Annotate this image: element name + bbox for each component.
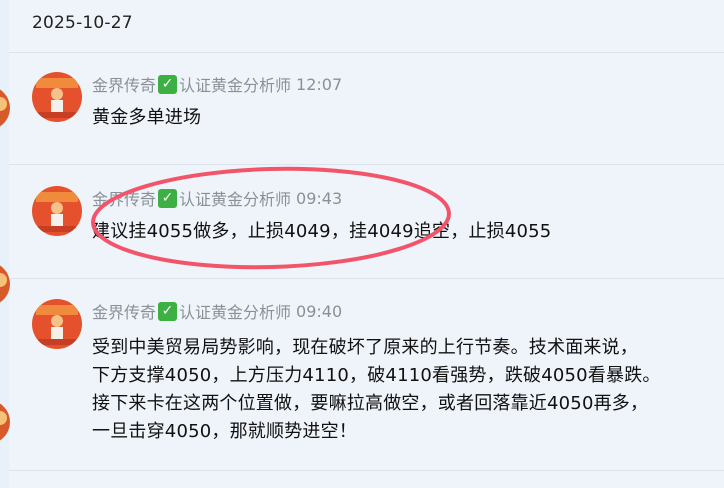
sender-name[interactable]: 金界传奇 xyxy=(92,186,156,210)
verified-label: 认证黄金分析师 xyxy=(179,190,292,209)
divider xyxy=(9,52,724,53)
message-line: 黄金多单进场 xyxy=(92,107,202,128)
check-mark-icon: ✓ xyxy=(158,301,178,321)
message-body: 黄金多单进场 xyxy=(92,105,702,131)
message-time: 09:40 xyxy=(296,301,343,321)
divider xyxy=(9,470,724,471)
sender-name[interactable]: 金界传奇 xyxy=(92,299,156,323)
message-header: 金界传奇 ✓ 认证黄金分析师 09:40 xyxy=(92,299,342,323)
message-line: 一旦击穿4050，那就顺势进空！ xyxy=(92,421,358,442)
check-mark-icon: ✓ xyxy=(158,74,178,94)
verified-label: 认证黄金分析师 xyxy=(179,76,292,95)
message-time: 12:07 xyxy=(296,74,343,94)
message-header: 金界传奇 ✓ 认证黄金分析师 12:07 xyxy=(92,72,342,96)
message-body: 建议挂4055做多，止损4049，挂4049追空，止损4055 xyxy=(92,219,702,245)
message-body: 受到中美贸易局势影响，现在破坏了原来的上行节奏。技术面来说， 下方支撑4050，… xyxy=(92,334,702,446)
divider xyxy=(9,278,724,279)
avatar[interactable] xyxy=(32,72,82,122)
message-header: 金界传奇 ✓ 认证黄金分析师 09:43 xyxy=(92,186,342,210)
message-line: 受到中美贸易局势影响，现在破坏了原来的上行节奏。技术面来说， xyxy=(92,337,638,358)
check-mark-icon: ✓ xyxy=(158,188,178,208)
message-line: 下方支撑4050，上方压力4110，破4110看强势，跌破4050看暴跌。 xyxy=(92,365,661,386)
message-time: 09:43 xyxy=(296,188,343,208)
divider xyxy=(9,164,724,165)
message-line: 建议挂4055做多，止损4049，挂4049追空，止损4055 xyxy=(92,221,552,242)
date-header: 2025-10-27 xyxy=(32,13,133,33)
message-line: 接下来卡在这两个位置做，要嘛拉高做空，或者回落靠近4050再多， xyxy=(92,393,649,414)
avatar[interactable] xyxy=(32,186,82,236)
verified-label: 认证黄金分析师 xyxy=(179,303,292,322)
avatar[interactable] xyxy=(32,299,82,349)
sender-name[interactable]: 金界传奇 xyxy=(92,72,156,96)
